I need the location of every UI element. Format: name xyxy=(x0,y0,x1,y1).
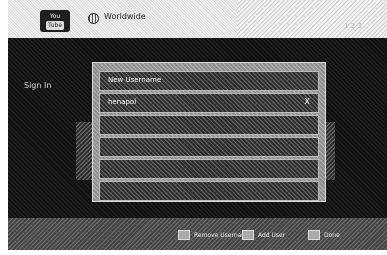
logo-text-top: You xyxy=(49,13,61,20)
username-row-empty[interactable] xyxy=(99,115,319,135)
username-row-empty[interactable] xyxy=(99,137,319,157)
username-row-selected[interactable]: henapol X xyxy=(99,93,319,113)
username-row-empty[interactable] xyxy=(99,159,319,179)
region-label[interactable]: Worldwide xyxy=(104,12,146,21)
section-title: Sign In xyxy=(24,81,52,90)
username-row-new[interactable]: New Username xyxy=(99,71,319,91)
app-window: You Tube Worldwide 1 2 3 Sign In New Use… xyxy=(8,0,387,250)
username-dialog: New Username henapol X xyxy=(92,62,326,202)
close-icon[interactable]: X xyxy=(305,97,310,106)
remote-key-icon xyxy=(242,230,254,240)
globe-icon xyxy=(88,13,99,24)
remove-username-action[interactable]: Remove Username xyxy=(178,230,251,240)
header-pattern xyxy=(237,0,387,38)
add-user-label: Add User xyxy=(258,231,286,239)
remote-key-icon xyxy=(178,230,190,240)
footer-bar: Remove Username Add User Done xyxy=(8,218,387,250)
done-label: Done xyxy=(324,231,340,239)
logo-text-bottom: Tube xyxy=(45,21,65,30)
remote-key-icon xyxy=(308,230,320,240)
username-label: henapol xyxy=(108,98,137,106)
username-label: New Username xyxy=(108,76,162,84)
youtube-logo: You Tube xyxy=(40,10,70,32)
header-bar: You Tube Worldwide 1 2 3 xyxy=(8,0,387,38)
done-action[interactable]: Done xyxy=(308,230,340,240)
username-row-empty[interactable] xyxy=(99,181,319,201)
header-badge: 1 2 3 xyxy=(344,22,362,30)
add-user-action[interactable]: Add User xyxy=(242,230,285,240)
